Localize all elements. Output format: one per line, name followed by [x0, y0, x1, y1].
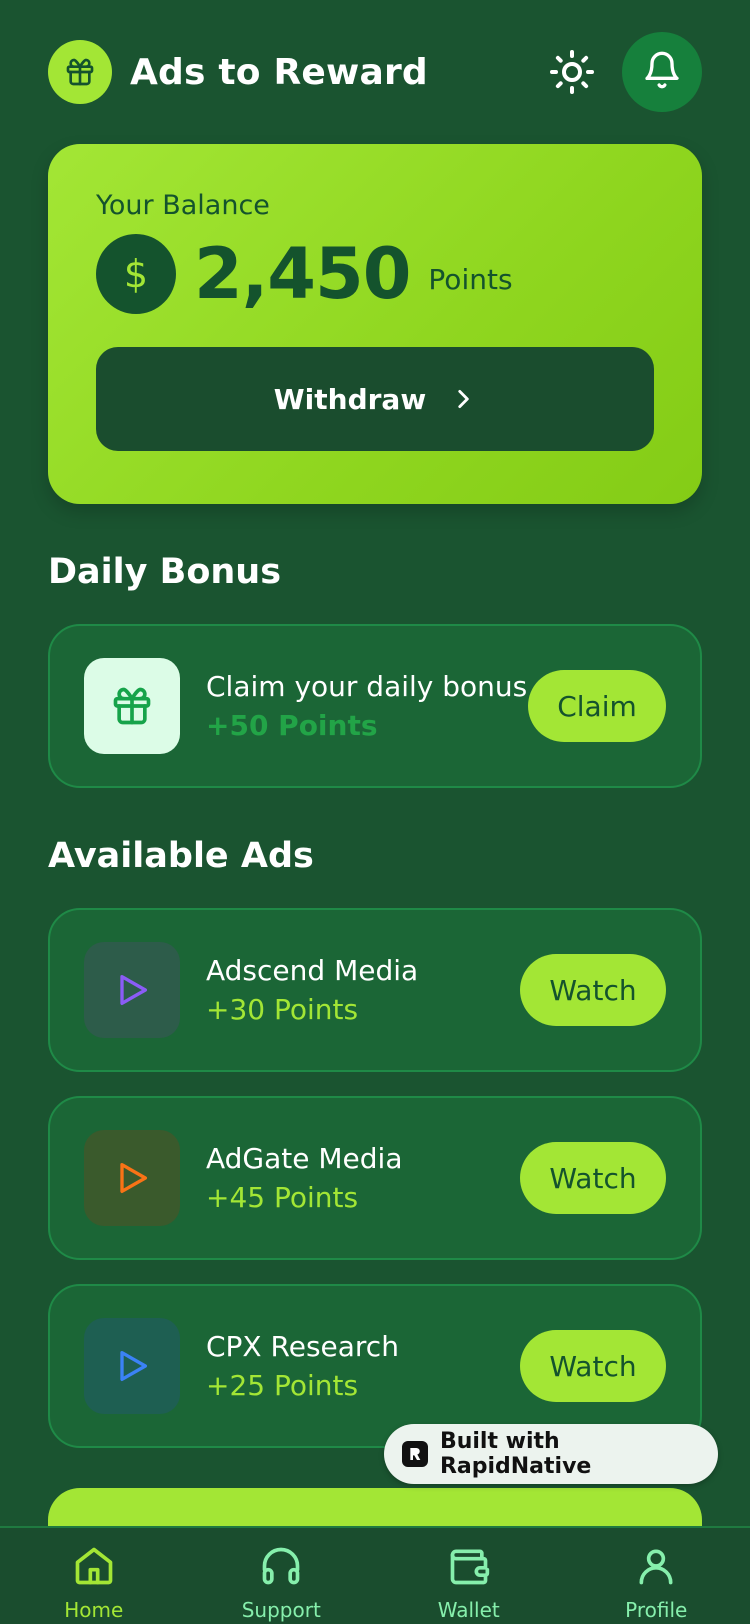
- tab-wallet[interactable]: Wallet: [375, 1528, 563, 1624]
- chevron-right-icon: [450, 386, 476, 412]
- tab-profile[interactable]: Profile: [563, 1528, 750, 1624]
- ad-name: AdGate Media: [206, 1142, 403, 1175]
- built-with-label: Built with RapidNative: [439, 1429, 592, 1479]
- notifications-button[interactable]: [622, 32, 702, 112]
- tab-label: Home: [64, 1598, 124, 1622]
- ad-name: CPX Research: [206, 1330, 399, 1363]
- daily-bonus-points: +50 Points: [206, 709, 378, 742]
- play-icon: [84, 942, 180, 1038]
- watch-button[interactable]: Watch: [520, 954, 666, 1026]
- play-icon: [84, 1318, 180, 1414]
- app-header: Ads to Reward: [48, 32, 702, 112]
- balance-unit: Points: [428, 262, 513, 296]
- sun-icon[interactable]: [544, 44, 600, 100]
- balance-value: 2,450: [194, 233, 411, 315]
- claim-button[interactable]: Claim: [528, 670, 666, 742]
- built-with-badge[interactable]: Built with RapidNative: [384, 1424, 718, 1484]
- bottom-tab-bar: Home Support Wallet Profile: [0, 1526, 750, 1624]
- app-title: Ads to Reward: [130, 51, 428, 93]
- daily-bonus-text: Claim your daily bonus: [206, 670, 528, 703]
- tab-label: Support: [241, 1598, 321, 1622]
- wallet-icon: [447, 1544, 491, 1592]
- balance-label: Your Balance: [96, 190, 270, 221]
- rapidnative-logo-icon: [402, 1441, 428, 1467]
- ad-points: +45 Points: [206, 1181, 359, 1214]
- play-icon: [84, 1130, 180, 1226]
- ad-points: +30 Points: [206, 993, 359, 1026]
- ad-points: +25 Points: [206, 1369, 359, 1402]
- daily-bonus-title: Daily Bonus: [48, 552, 282, 592]
- watch-button[interactable]: Watch: [520, 1330, 666, 1402]
- tab-label: Wallet: [437, 1598, 500, 1622]
- balance-card: Your Balance $ 2,450 Points Withdraw: [48, 144, 702, 504]
- ad-name: Adscend Media: [206, 954, 419, 987]
- daily-bonus-card: Claim your daily bonus +50 Points Claim: [48, 624, 702, 788]
- bell-icon: [642, 50, 682, 94]
- withdraw-label: Withdraw: [273, 382, 427, 416]
- home-icon: [72, 1544, 116, 1592]
- withdraw-button[interactable]: Withdraw: [96, 347, 654, 451]
- tab-support[interactable]: Support: [188, 1528, 376, 1624]
- ad-item: AdGate Media +45 Points Watch: [48, 1096, 702, 1260]
- tab-label: Profile: [625, 1598, 688, 1622]
- watch-button[interactable]: Watch: [520, 1142, 666, 1214]
- ad-item: Adscend Media +30 Points Watch: [48, 908, 702, 1072]
- gift-icon: [48, 40, 112, 104]
- tab-home[interactable]: Home: [0, 1528, 188, 1624]
- gift-icon: [84, 658, 180, 754]
- dollar-icon: $: [96, 234, 176, 314]
- available-ads-title: Available Ads: [48, 836, 314, 876]
- headphones-icon: [259, 1544, 303, 1592]
- user-icon: [634, 1544, 678, 1592]
